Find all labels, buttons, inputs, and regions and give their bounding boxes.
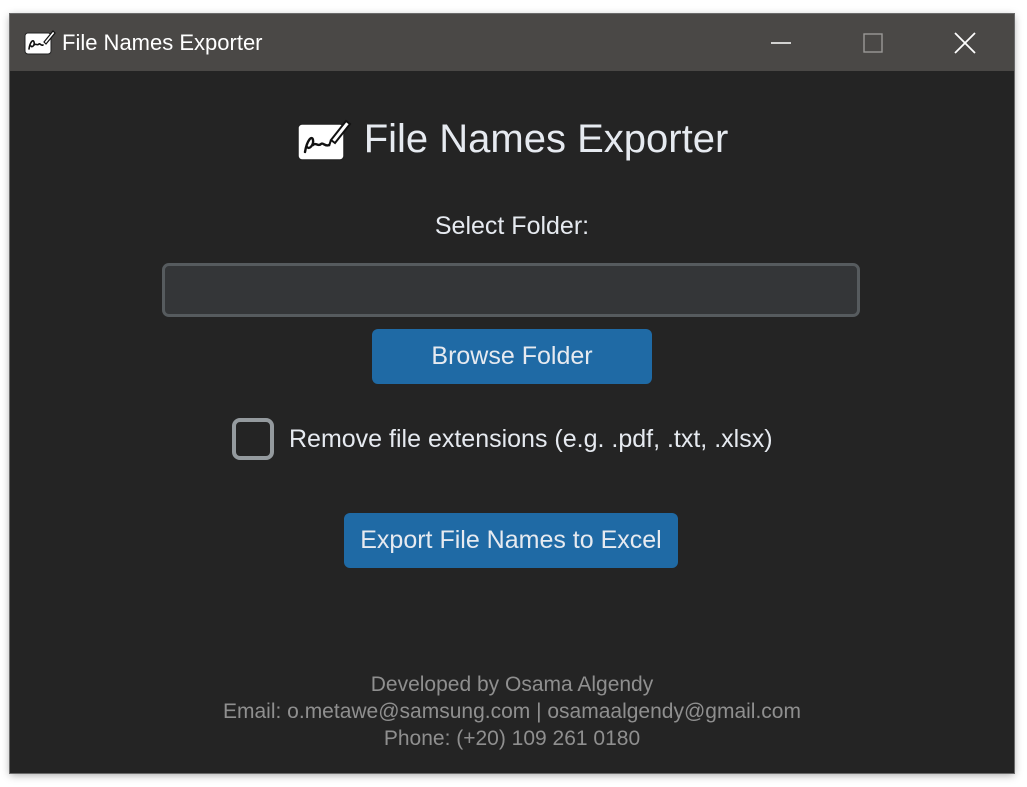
page-title: File Names Exporter (363, 117, 729, 161)
signature-icon (296, 119, 352, 161)
minimize-button[interactable] (735, 14, 827, 71)
footer: Developed by Osama Algendy Email: o.meta… (10, 671, 1014, 752)
maximize-button[interactable] (827, 14, 919, 71)
title-bar[interactable]: File Names Exporter (10, 14, 1014, 71)
close-button[interactable] (919, 14, 1011, 71)
minimize-icon (771, 41, 791, 44)
app-heading: File Names Exporter (10, 115, 1014, 163)
checkbox-box[interactable] (232, 418, 274, 460)
app-window: File Names Exporter File Names Exporter … (10, 14, 1014, 773)
remove-extensions-label[interactable]: Remove file extensions (e.g. .pdf, .txt,… (289, 424, 773, 454)
developer-credit: Developed by Osama Algendy (370, 673, 654, 696)
close-icon (954, 31, 976, 54)
select-folder-label: Select Folder: (434, 212, 590, 240)
remove-extensions-checkbox[interactable]: Remove file extensions (e.g. .pdf, .txt,… (232, 415, 773, 463)
folder-path-input[interactable] (162, 263, 860, 317)
contact-email: Email: o.metawe@samsung.com | osamaalgen… (223, 700, 801, 723)
browse-folder-button[interactable]: Browse Folder (372, 329, 652, 384)
maximize-icon (863, 32, 883, 53)
signature-icon (24, 30, 56, 55)
main-content: File Names Exporter Select Folder: Brows… (10, 71, 1014, 773)
window-title: File Names Exporter (62, 30, 263, 55)
export-button[interactable]: Export File Names to Excel (344, 513, 678, 568)
contact-phone: Phone: (+20) 109 261 0180 (383, 727, 641, 750)
